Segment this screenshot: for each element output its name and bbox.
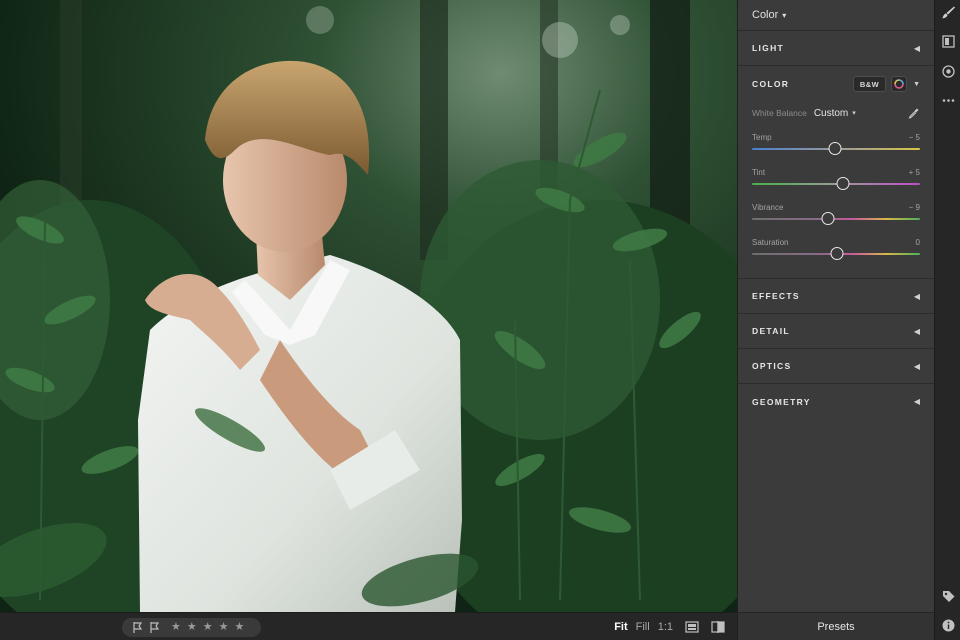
star-4[interactable]: ★ xyxy=(219,622,229,633)
edit-mode-dropdown[interactable]: Color ▾ xyxy=(738,0,934,31)
expand-arrow-icon[interactable]: ▼ xyxy=(913,81,920,88)
chevron-down-icon[interactable]: ▾ xyxy=(852,109,856,117)
collapse-arrow-icon: ◀ xyxy=(913,43,920,53)
collapse-arrow-icon: ◀ xyxy=(913,326,920,336)
star-2[interactable]: ★ xyxy=(187,622,197,633)
chevron-down-icon: ▾ xyxy=(782,10,787,20)
section-light-title: LIGHT xyxy=(752,43,784,53)
bottom-toolbar: ★ ★ ★ ★ ★ Fit Fill 1:1 xyxy=(0,612,737,640)
white-balance-row: White Balance Custom ▾ xyxy=(738,102,934,124)
slider-track[interactable] xyxy=(752,218,920,220)
section-optics-title: OPTICS xyxy=(752,361,792,371)
view-options: Fit Fill 1:1 xyxy=(606,613,725,640)
slider-saturation[interactable]: Saturation 0 xyxy=(738,235,934,270)
slider-label: Tint xyxy=(752,168,766,177)
collapse-arrow-icon: ◀ xyxy=(913,291,920,301)
slider-value[interactable]: − 5 xyxy=(909,133,920,142)
slider-label: Saturation xyxy=(752,238,789,247)
slider-tint[interactable]: Tint + 5 xyxy=(738,165,934,200)
section-color-title: COLOR xyxy=(752,79,790,89)
section-detail-title: DETAIL xyxy=(752,326,790,336)
presets-button[interactable]: Presets xyxy=(737,612,934,640)
section-effects[interactable]: EFFECTS ◀ xyxy=(738,279,934,314)
white-balance-dropdown[interactable]: Custom xyxy=(814,108,848,119)
split-view-icon[interactable] xyxy=(711,621,725,633)
section-color-header[interactable]: COLOR B&W ▼ xyxy=(738,66,934,102)
edit-panel: Color ▾ LIGHT ◀ COLOR B&W ▼ White Balanc… xyxy=(737,0,934,612)
view-fill-button[interactable]: Fill xyxy=(636,621,650,633)
slider-thumb[interactable] xyxy=(836,177,850,190)
slider-thumb[interactable] xyxy=(821,212,835,225)
presets-panel-icon[interactable] xyxy=(941,34,956,49)
collapse-arrow-icon: ◀ xyxy=(913,397,920,406)
section-color: COLOR B&W ▼ White Balance Custom ▾ Temp … xyxy=(738,66,934,279)
collapse-arrow-icon: ◀ xyxy=(913,361,920,371)
flag-reject-icon[interactable] xyxy=(148,621,161,634)
before-after-icon[interactable] xyxy=(685,621,699,633)
brush-edit-icon[interactable] xyxy=(941,5,956,20)
bw-button[interactable]: B&W xyxy=(853,76,887,92)
star-1[interactable]: ★ xyxy=(171,622,181,633)
eyedropper-icon[interactable] xyxy=(907,107,920,120)
presets-label: Presets xyxy=(817,620,855,633)
slider-thumb[interactable] xyxy=(828,142,842,155)
star-3[interactable]: ★ xyxy=(203,622,213,633)
color-mixer-icon[interactable] xyxy=(891,76,908,92)
color-sliders: Temp − 5 Tint + 5 Vibrance − 9 Saturatio… xyxy=(738,124,934,278)
star-5[interactable]: ★ xyxy=(235,622,245,633)
section-geometry[interactable]: GEOMETRY ◀ xyxy=(738,384,934,419)
section-detail[interactable]: DETAIL ◀ xyxy=(738,314,934,349)
section-light[interactable]: LIGHT ◀ xyxy=(738,31,934,66)
slider-vibrance[interactable]: Vibrance − 9 xyxy=(738,200,934,235)
mask-circle-icon[interactable] xyxy=(941,64,956,79)
white-balance-label: White Balance xyxy=(752,108,807,118)
rating-and-flags: ★ ★ ★ ★ ★ xyxy=(122,618,261,637)
slider-value[interactable]: + 5 xyxy=(909,168,920,177)
flag-pick-icon[interactable] xyxy=(131,621,144,634)
edit-mode-label: Color xyxy=(752,9,779,21)
photo-image xyxy=(0,0,737,612)
photo-canvas[interactable] xyxy=(0,0,737,612)
section-effects-title: EFFECTS xyxy=(752,291,800,301)
slider-label: Temp xyxy=(752,133,772,142)
slider-label: Vibrance xyxy=(752,203,784,212)
slider-thumb[interactable] xyxy=(830,247,843,260)
view-1to1-button[interactable]: 1:1 xyxy=(658,621,673,633)
slider-temp[interactable]: Temp − 5 xyxy=(738,130,934,165)
view-fit-button[interactable]: Fit xyxy=(614,621,627,633)
slider-value[interactable]: − 9 xyxy=(909,203,920,212)
more-options-icon[interactable] xyxy=(941,93,956,108)
tag-icon[interactable] xyxy=(941,589,956,604)
slider-value[interactable]: 0 xyxy=(916,238,920,247)
section-optics[interactable]: OPTICS ◀ xyxy=(738,349,934,384)
tool-strip xyxy=(934,0,960,640)
section-geometry-title: GEOMETRY xyxy=(752,396,811,407)
info-icon[interactable] xyxy=(941,618,956,633)
